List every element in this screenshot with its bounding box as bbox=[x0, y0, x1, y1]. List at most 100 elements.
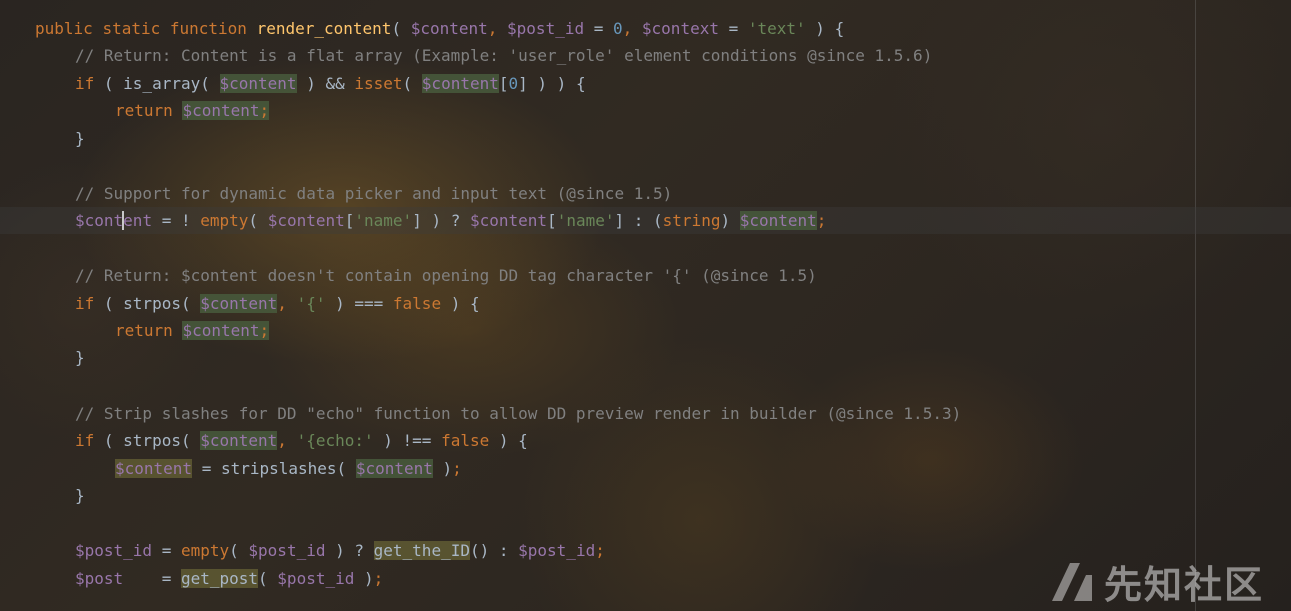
variable: $post_id bbox=[507, 19, 585, 38]
keyword: false bbox=[441, 431, 490, 450]
code-line-15[interactable]: // Strip slashes for DD "echo" function … bbox=[75, 402, 961, 426]
string: '{echo:' bbox=[296, 431, 374, 450]
code-token: = ! bbox=[152, 211, 201, 230]
code-token: ) && bbox=[296, 74, 355, 93]
code-token: ; bbox=[259, 321, 270, 340]
comment: // Return: $content doesn't contain open… bbox=[75, 266, 817, 285]
code-token: } bbox=[75, 348, 85, 367]
comment: // Return: Content is a flat array (Exam… bbox=[75, 46, 933, 65]
code-line-3[interactable]: if ( is_array( $content ) && isset( $con… bbox=[75, 72, 586, 96]
keyword: empty bbox=[200, 211, 249, 230]
code-token: ) { bbox=[805, 19, 845, 38]
variable: $cont bbox=[75, 211, 124, 230]
comment: // Strip slashes for DD "echo" function … bbox=[75, 404, 962, 423]
code-token: ( bbox=[402, 74, 422, 93]
function-name: render_content bbox=[256, 19, 392, 38]
comment: // Support for dynamic data picker and i… bbox=[75, 184, 673, 203]
code-token: = bbox=[152, 541, 181, 560]
variable: $content bbox=[200, 294, 278, 313]
string: 'text' bbox=[747, 19, 806, 38]
code-line-13[interactable]: } bbox=[75, 346, 85, 370]
code-token: ) bbox=[720, 211, 740, 230]
code-line-21[interactable]: $post = get_post( $post_id ); bbox=[75, 567, 383, 591]
variable: $content bbox=[182, 101, 260, 120]
variable: ent bbox=[123, 211, 153, 230]
variable: $content bbox=[267, 211, 345, 230]
code-line-11[interactable]: if ( strpos( $content, '{' ) === false )… bbox=[75, 292, 480, 316]
code-token: ; bbox=[816, 211, 827, 230]
code-token: = bbox=[718, 19, 748, 38]
code-line-5[interactable]: } bbox=[75, 127, 85, 151]
variable: $content bbox=[219, 74, 297, 93]
keyword: return bbox=[115, 101, 173, 120]
code-line-4[interactable]: return $content; bbox=[115, 99, 270, 123]
keyword: if bbox=[75, 431, 95, 450]
code-token: } bbox=[75, 129, 85, 148]
watermark-text: 先知社区 bbox=[1104, 562, 1265, 607]
keyword: string bbox=[662, 211, 721, 230]
code-token: ) { bbox=[441, 294, 480, 313]
code-line-20[interactable]: $post_id = empty( $post_id ) ? get_the_I… bbox=[75, 539, 605, 563]
variable: $content bbox=[410, 19, 488, 38]
keyword: return bbox=[115, 321, 173, 340]
number: 0 bbox=[508, 74, 519, 93]
code-token: ] ) ? bbox=[412, 211, 470, 230]
code-token: ) === bbox=[325, 294, 393, 313]
code-line-1[interactable]: public static function render_content( $… bbox=[35, 17, 844, 41]
code-token: [ bbox=[344, 211, 355, 230]
code-editor[interactable]: public static function render_content( $… bbox=[0, 0, 1291, 611]
code-token: } bbox=[75, 486, 85, 505]
keyword: function bbox=[169, 19, 247, 38]
variable: $content bbox=[115, 459, 193, 478]
code-line-18[interactable]: } bbox=[75, 484, 85, 508]
code-token: ( strpos( bbox=[94, 431, 201, 450]
variable: $post bbox=[75, 569, 124, 588]
code-token: ; bbox=[259, 101, 270, 120]
string: 'name' bbox=[556, 211, 615, 230]
variable: $content bbox=[421, 74, 499, 93]
code-token: = bbox=[123, 569, 181, 588]
function-call: get_the_ID bbox=[373, 541, 470, 560]
function-call: get_post bbox=[180, 569, 259, 588]
code-token: ) bbox=[432, 459, 453, 478]
code-line-16[interactable]: if ( strpos( $content, '{echo:' ) !== fa… bbox=[75, 429, 528, 453]
code-token: [ bbox=[547, 211, 557, 230]
variable: $content bbox=[200, 431, 278, 450]
code-token: ) { bbox=[489, 431, 528, 450]
variable: $post_id bbox=[248, 541, 326, 560]
code-token: , bbox=[277, 431, 297, 450]
code-token: ; bbox=[452, 459, 462, 478]
code-token: ; bbox=[373, 569, 384, 588]
code-token: [ bbox=[498, 74, 509, 93]
xianzhi-logo-icon bbox=[1052, 563, 1092, 601]
variable: $post_id bbox=[277, 569, 355, 588]
code-token: = stripslashes( bbox=[192, 459, 356, 478]
code-token: ) ? bbox=[325, 541, 374, 560]
code-token: , bbox=[487, 19, 508, 38]
code-token: ( bbox=[391, 19, 411, 38]
code-token: ] ) ) { bbox=[518, 74, 586, 93]
code-token: ] : ( bbox=[614, 211, 663, 230]
code-token: = bbox=[584, 19, 613, 38]
code-token: ) !== bbox=[373, 431, 442, 450]
code-line-10[interactable]: // Return: $content doesn't contain open… bbox=[75, 264, 817, 288]
watermark: 先知社区 bbox=[1048, 556, 1265, 607]
variable: $context bbox=[641, 19, 719, 38]
keyword: isset bbox=[354, 74, 403, 93]
code-line-7[interactable]: // Support for dynamic data picker and i… bbox=[75, 182, 672, 206]
code-token: ( is_array( bbox=[94, 74, 220, 93]
code-line-8[interactable]: $content = ! empty( $content['name'] ) ?… bbox=[75, 209, 826, 233]
string: 'name' bbox=[354, 211, 413, 230]
code-line-17[interactable]: $content = stripslashes( $content ); bbox=[115, 457, 462, 481]
code-token: ( bbox=[248, 211, 268, 230]
number: 0 bbox=[613, 19, 623, 38]
code-line-2[interactable]: // Return: Content is a flat array (Exam… bbox=[75, 44, 932, 68]
code-token: , bbox=[622, 19, 642, 38]
keyword: static bbox=[102, 19, 161, 38]
variable: $post_id bbox=[518, 541, 596, 560]
code-line-12[interactable]: return $content; bbox=[115, 319, 270, 343]
code-token: ; bbox=[595, 541, 605, 560]
code-token: () : bbox=[469, 541, 519, 560]
